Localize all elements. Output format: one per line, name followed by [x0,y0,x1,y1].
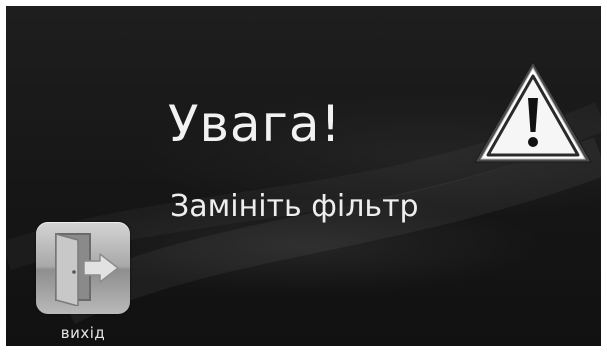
exit-button-tile[interactable] [36,222,130,314]
door-exit-icon [55,233,119,306]
exit-button-label: вихід [60,324,106,342]
exit-button[interactable]: вихід [36,222,130,346]
alert-message: Замініть фільтр [170,189,419,224]
alert-screen: Увага! Замініть фільтр вихід [6,6,601,346]
device-frame: Увага! Замініть фільтр вихід [0,0,607,352]
warning-triangle-icon [474,61,592,163]
alert-title: Увага! [168,95,342,153]
